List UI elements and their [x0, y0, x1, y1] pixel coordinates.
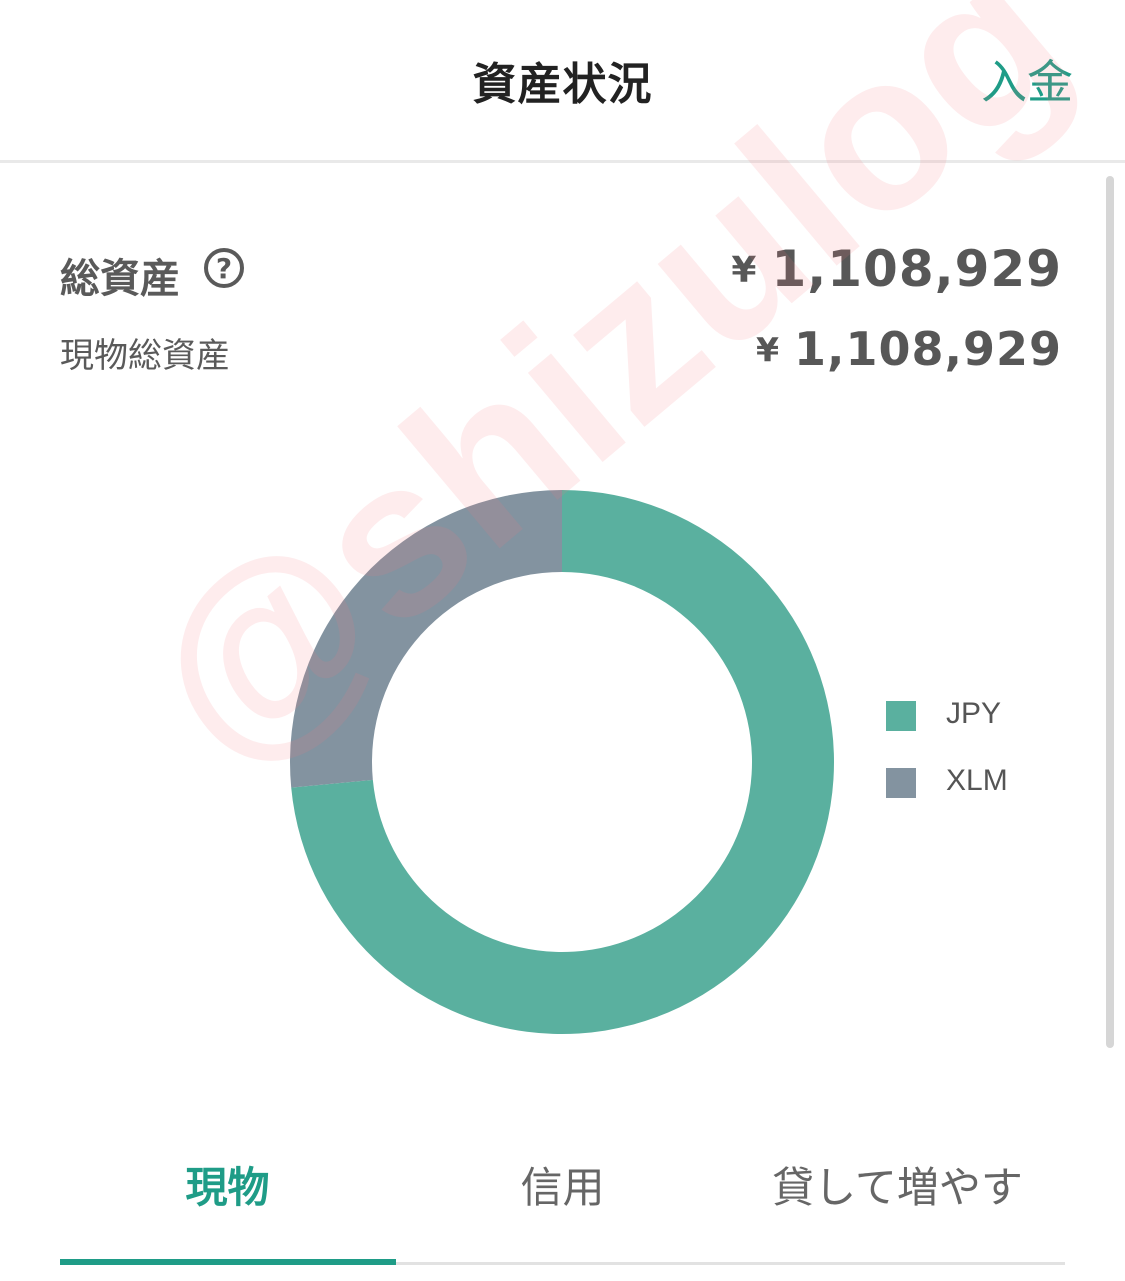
yen-symbol: ¥	[731, 250, 758, 291]
legend-label-jpy: JPY	[946, 697, 1002, 730]
total-assets-row: 総資産 ? ¥1,108,929	[60, 240, 1062, 310]
legend-swatch-xlm	[886, 768, 916, 798]
asset-donut-chart	[290, 490, 834, 1034]
app-header: 資産状況 入金	[0, 0, 1125, 163]
total-assets-amount: 1,108,929	[771, 240, 1062, 298]
total-assets-value: ¥1,108,929	[731, 240, 1062, 298]
yen-symbol: ¥	[755, 330, 780, 369]
asset-tabs: 現物 信用 貸して増やす	[60, 1140, 1065, 1265]
spot-assets-amount: 1,108,929	[794, 322, 1062, 376]
tab-lending[interactable]: 貸して増やす	[730, 1140, 1065, 1250]
donut-slice-xlm	[290, 490, 562, 788]
active-tab-indicator	[60, 1259, 396, 1265]
spot-assets-label: 現物総資産	[60, 336, 230, 376]
tab-margin[interactable]: 信用	[395, 1140, 730, 1250]
spot-assets-value: ¥1,108,929	[756, 322, 1062, 376]
legend-label-xlm: XLM	[946, 764, 1008, 797]
page-title: 資産状況	[472, 59, 653, 110]
spot-assets-row: 現物総資産 ¥1,108,929	[60, 320, 1062, 380]
scrollbar[interactable]	[1106, 176, 1114, 1048]
deposit-button[interactable]: 入金	[981, 46, 1073, 112]
total-assets-label: 総資産	[60, 256, 180, 302]
help-icon[interactable]: ?	[204, 248, 244, 288]
legend-swatch-jpy	[886, 701, 916, 731]
tab-spot[interactable]: 現物	[60, 1140, 395, 1250]
